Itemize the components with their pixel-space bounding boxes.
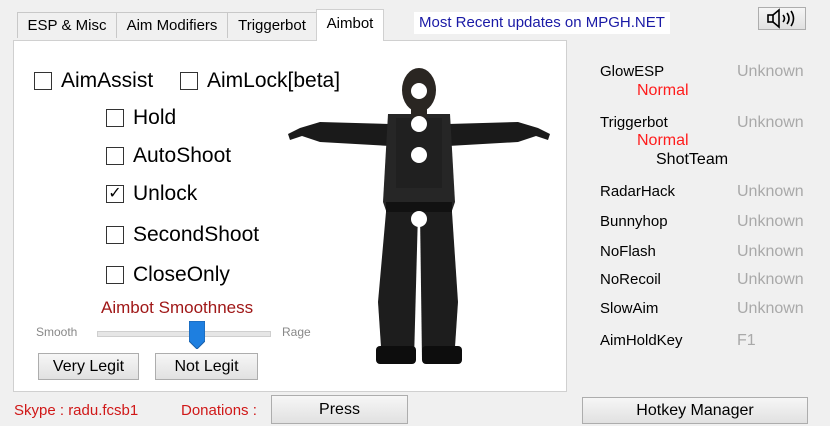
secondshoot-label: SecondShoot [133,223,260,246]
status-glowesp-mode: Normal [637,82,689,99]
sound-button[interactable] [758,7,806,30]
secondshoot-checkbox[interactable] [106,226,124,244]
very-legit-button[interactable]: Very Legit [38,353,139,380]
status-aimholdkey-name: AimHoldKey [600,332,683,349]
autoshoot-label: AutoShoot [133,144,232,167]
status-bunnyhop-name: Bunnyhop [600,213,668,230]
tab-aim-modifiers[interactable]: Aim Modifiers [116,12,228,38]
character-model [288,68,550,364]
smoothness-title: Aimbot Smoothness [101,298,254,317]
smoothness-slider-thumb[interactable] [188,320,206,350]
status-triggerbot-team: ShotTeam [656,151,729,168]
updates-link[interactable]: Most Recent updates on MPGH.NET [414,12,670,34]
aim-assist-checkbox[interactable] [34,72,52,90]
status-triggerbot-name: Triggerbot [600,114,668,131]
speaker-icon [767,8,795,29]
status-glowesp-name: GlowESP [600,63,665,80]
tab-aimbot[interactable]: Aimbot [316,9,384,41]
skype-label: Skype : radu.fcsb1 [14,402,139,419]
status-radarhack-value: Unknown [737,183,804,200]
checkmark-icon: ✓ [108,185,122,202]
unlock-checkbox[interactable]: ✓ [106,185,124,203]
status-norecoil-name: NoRecoil [600,271,661,288]
hold-label: Hold [133,106,177,129]
smooth-min-label: Smooth [36,325,78,339]
status-bunnyhop-value: Unknown [737,213,804,230]
unlock-label: Unlock [133,182,198,205]
aim-assist-label: AimAssist [61,69,154,92]
not-legit-button[interactable]: Not Legit [155,353,258,380]
status-triggerbot-mode: Normal [637,132,689,149]
aim-lock-checkbox[interactable] [180,72,198,90]
target-chest-point [411,147,427,163]
target-neck-point [411,116,427,132]
autoshoot-checkbox[interactable] [106,147,124,165]
status-noflash-value: Unknown [737,243,804,260]
press-button[interactable]: Press [271,395,408,424]
tab-esp-misc[interactable]: ESP & Misc [17,12,117,38]
closeonly-checkbox[interactable] [106,266,124,284]
closeonly-label: CloseOnly [133,263,230,286]
smoothness-slider-track[interactable] [97,331,271,337]
hold-checkbox[interactable] [106,109,124,127]
status-glowesp-value: Unknown [737,63,804,80]
status-aimholdkey-value: F1 [737,332,756,349]
hotkey-manager-button[interactable]: Hotkey Manager [582,397,808,424]
target-pelvis-point [411,211,427,227]
status-noflash-name: NoFlash [600,243,656,260]
status-slowaim-value: Unknown [737,300,804,317]
target-head-point [411,83,427,99]
status-norecoil-value: Unknown [737,271,804,288]
status-triggerbot-value: Unknown [737,114,804,131]
donations-label: Donations : [181,402,257,419]
status-radarhack-name: RadarHack [600,183,676,200]
status-slowaim-name: SlowAim [600,300,659,317]
tab-triggerbot[interactable]: Triggerbot [227,12,317,38]
